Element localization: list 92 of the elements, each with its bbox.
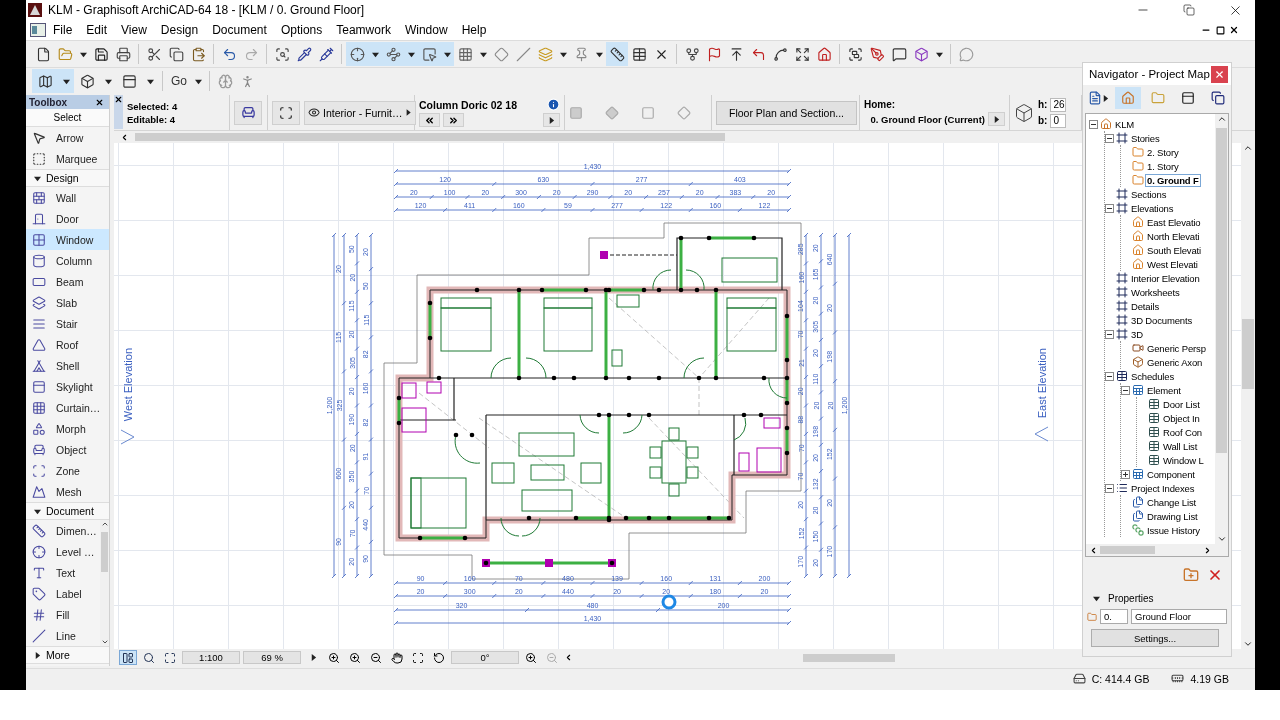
menu-item[interactable]: Edit [79, 20, 115, 40]
tool-item[interactable]: Text [26, 562, 100, 583]
window-title: KLM - Graphisoft ArchiCAD-64 18 - [KLM / 0. Ground Floor] [48, 3, 366, 17]
properties-header[interactable]: Properties [1083, 589, 1231, 607]
tool-item[interactable]: Shell [26, 355, 109, 376]
tool-item[interactable]: Marquee [26, 148, 109, 169]
tree-item[interactable]: South Elevati [1146, 244, 1203, 256]
element-name: Column Doric 02 18 [419, 98, 518, 111]
panel-title: Toolbox [29, 96, 68, 108]
menu-item[interactable]: Teamwork [329, 20, 398, 40]
settings-button[interactable]: Settings... [1091, 629, 1219, 647]
section-header[interactable]: Document [26, 502, 109, 520]
tree-item[interactable]: 0. Ground F [1146, 174, 1200, 186]
home-label: Home: [864, 99, 897, 110]
section-label: Select [26, 109, 109, 127]
home-story: 0. Ground Floor (Current) [870, 113, 985, 125]
tool-item[interactable]: Column [26, 250, 109, 271]
memory-usage: 4.19 GB [1190, 672, 1229, 685]
tree-item[interactable]: Element [1146, 384, 1182, 396]
tool-item[interactable]: Curtain… [26, 397, 109, 418]
tree-item[interactable]: Roof Con [1162, 426, 1203, 438]
tree-item[interactable]: Change List [1146, 496, 1198, 508]
tool-item[interactable]: Label [26, 583, 100, 604]
tree-item[interactable]: Stories [1130, 132, 1161, 144]
section-header[interactable]: Design [26, 169, 109, 187]
menu-item[interactable]: File [46, 20, 80, 40]
go-button[interactable]: Go [167, 69, 191, 93]
menu-item[interactable]: Design [153, 20, 206, 40]
tree-item[interactable]: East Elevatio [1146, 216, 1202, 228]
tool-item[interactable]: Skylight [26, 376, 109, 397]
tool-item[interactable]: Zone [26, 460, 109, 481]
menu-item[interactable]: Window [397, 20, 455, 40]
height-field[interactable]: 26 [1050, 97, 1067, 112]
tool-item[interactable]: Arrow [26, 127, 109, 148]
menu-item[interactable]: View [114, 20, 154, 40]
tool-item[interactable]: Window [26, 229, 109, 250]
tree-item[interactable]: KLM [1114, 118, 1136, 130]
zoom-field[interactable]: 69 % [243, 651, 301, 664]
tool-item[interactable]: Beam [26, 271, 109, 292]
editable-count: Editable: 4 [127, 113, 177, 125]
tree-item[interactable]: Details [1130, 300, 1160, 312]
elevation-label: East Elevation [1035, 348, 1048, 419]
scale-field[interactable]: 1:100 [182, 651, 240, 664]
tree-item[interactable]: Generic Axon [1146, 356, 1204, 368]
tool-item[interactable]: Door [26, 208, 109, 229]
panel-title: Navigator - Project Map [1089, 68, 1210, 80]
tree-item[interactable]: Door List [1162, 398, 1201, 410]
tree-item[interactable]: Generic Persp [1146, 342, 1207, 354]
tool-item[interactable]: Stair [26, 313, 109, 334]
tool-item[interactable]: Fill [26, 604, 100, 625]
elevation-label: West Elevation [121, 348, 134, 422]
tree-item[interactable]: Object In [1162, 412, 1201, 424]
tool-item[interactable]: Mesh [26, 481, 109, 502]
tool-item[interactable]: Slab [26, 292, 109, 313]
angle-field[interactable]: 0° [451, 651, 519, 664]
tree-item[interactable]: Component [1146, 468, 1196, 480]
tool-item[interactable]: Wall [26, 187, 109, 208]
tool-item[interactable]: Roof [26, 334, 109, 355]
tree-item[interactable]: Window L [1162, 454, 1205, 466]
tree-item[interactable]: North Elevati [1146, 230, 1201, 242]
tree-item[interactable]: Schedules [1130, 370, 1175, 382]
tree-item[interactable]: 1. Story [1146, 160, 1180, 172]
tree-item[interactable]: Wall List [1162, 440, 1199, 452]
tree-item[interactable]: Issue History [1146, 524, 1201, 536]
tool-item[interactable]: Line [26, 625, 100, 646]
story-number-field[interactable]: 0. [1100, 609, 1128, 624]
menu-item[interactable]: Options [273, 20, 330, 40]
floor-plan-button[interactable]: Floor Plan and Section... [716, 100, 857, 125]
section-header[interactable]: More [26, 646, 109, 664]
tree-item[interactable]: 3D [1130, 328, 1144, 340]
tree-item[interactable]: Interior Elevation [1130, 272, 1201, 284]
tool-item[interactable]: Level … [26, 541, 100, 562]
tool-item[interactable]: Object [26, 439, 109, 460]
tree-item[interactable]: 2. Story [1146, 146, 1180, 158]
menu-item[interactable]: Document [205, 20, 274, 40]
tree-item[interactable]: Sections [1130, 188, 1168, 200]
tree-item[interactable]: Elevations [1130, 202, 1175, 214]
disk-space: C: 414.4 GB [1091, 672, 1150, 685]
story-name-field[interactable]: Ground Floor [1131, 609, 1227, 624]
menu-item[interactable]: Help [454, 20, 494, 40]
tool-item[interactable]: Morph [26, 418, 109, 439]
layer-dropdown[interactable]: Interior - Furnit… [304, 100, 416, 125]
tree-item[interactable]: 3D Documents [1130, 314, 1194, 326]
selection-count: Selected: 4 [127, 100, 179, 112]
tool-item[interactable]: Dimen… [26, 520, 100, 541]
height-label: h: [1038, 99, 1048, 110]
tree-item[interactable]: Worksheets [1130, 286, 1181, 298]
tree-item[interactable]: Drawing List [1146, 510, 1199, 522]
tree-item[interactable]: Project Indexes [1130, 482, 1196, 494]
offset-field[interactable]: 0 [1050, 113, 1067, 128]
tree-item[interactable]: West Elevati [1146, 258, 1199, 270]
offset-label: b: [1038, 115, 1048, 126]
